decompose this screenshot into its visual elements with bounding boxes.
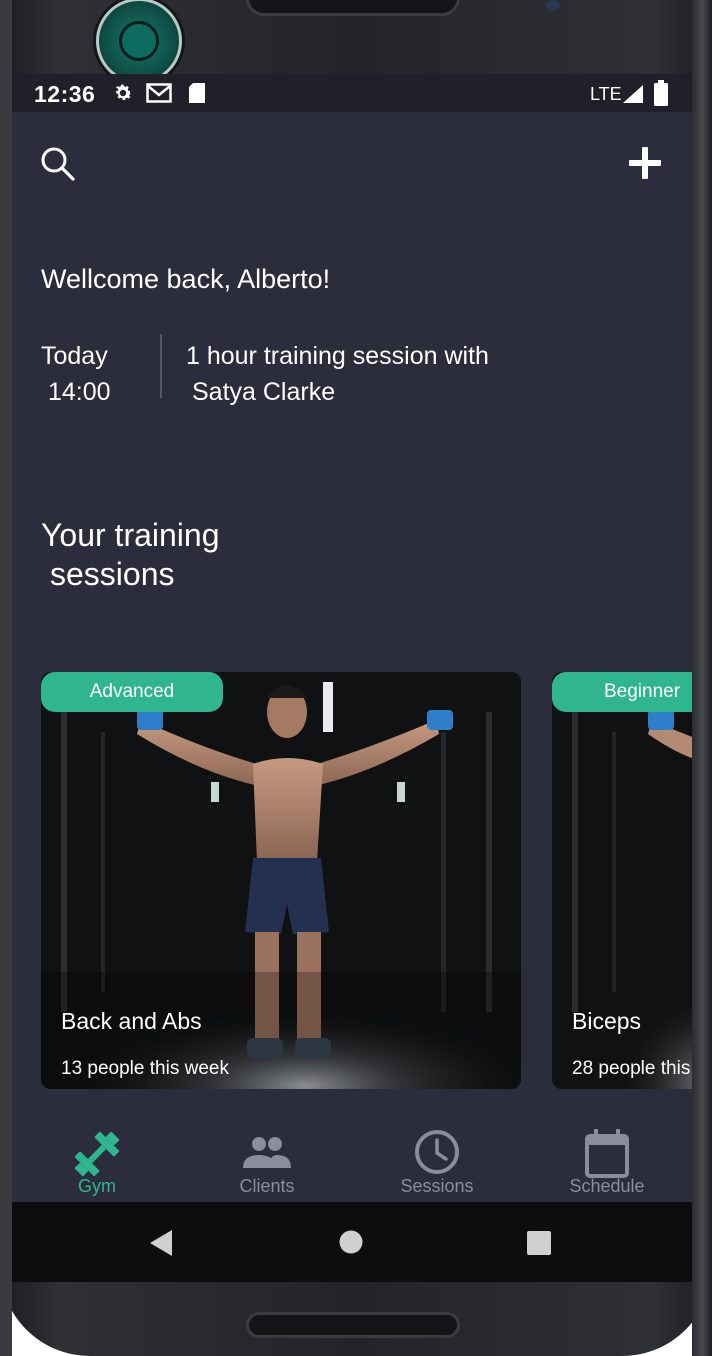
signal-icon — [623, 85, 643, 103]
upcoming-time: 14:00 — [48, 378, 111, 406]
phone-edge-left — [0, 0, 12, 1356]
welcome-message: Wellcome back, Alberto! — [41, 264, 331, 294]
nav-gym[interactable]: Gym — [12, 1124, 182, 1202]
people-icon — [243, 1137, 291, 1168]
camera-lens — [119, 21, 159, 61]
battery-icon — [654, 80, 668, 106]
upcoming-divider — [160, 334, 162, 398]
clock-icon — [415, 1130, 459, 1174]
upcoming-session[interactable]: 1 hour training session with Satya Clark… — [186, 338, 489, 410]
app-content: Wellcome back, Alberto! Today 14:00 1 ho… — [12, 112, 692, 1202]
section-title-line2: sessions — [50, 556, 175, 592]
phone-edge-right — [692, 0, 712, 1356]
card-attendance: 28 people this week — [572, 1058, 692, 1079]
status-bar: 12:36 LTE — [12, 74, 692, 112]
nav-label: Gym — [78, 1176, 116, 1196]
front-camera-icon — [96, 0, 182, 84]
session-card[interactable]: Advanced Back and Abs 13 people this wee… — [41, 672, 521, 1089]
plus-icon[interactable] — [626, 144, 664, 182]
session-card[interactable]: Beginner Biceps 28 people this week — [552, 672, 692, 1089]
gmail-icon — [146, 83, 172, 103]
status-time: 12:36 — [34, 81, 96, 107]
calendar-icon — [585, 1129, 629, 1178]
card-title: Biceps — [572, 1008, 642, 1034]
level-badge: Advanced — [41, 672, 223, 712]
nav-schedule[interactable]: Schedule — [522, 1124, 692, 1202]
nav-label: Sessions — [400, 1176, 474, 1196]
proximity-sensor — [546, 0, 560, 10]
gear-icon — [115, 84, 132, 100]
back-icon[interactable] — [148, 1228, 174, 1258]
bottom-speaker — [246, 1312, 460, 1338]
card-title: Back and Abs — [61, 1008, 202, 1034]
card-attendance: 13 people this week — [61, 1058, 229, 1079]
system-navigation-bar — [12, 1202, 692, 1282]
upcoming-date: Today 14:00 — [41, 338, 111, 410]
nav-label: Schedule — [569, 1176, 645, 1196]
section-title: Your training sessions — [41, 516, 220, 594]
network-type: LTE — [590, 84, 622, 104]
level-badge: Beginner — [552, 672, 692, 712]
upcoming-client: Satya Clarke — [192, 378, 336, 406]
upcoming-day: Today — [41, 342, 108, 370]
nav-label: Clients — [239, 1176, 295, 1196]
bottom-navigation: Gym Clients Sessions Schedule — [12, 1124, 692, 1202]
dumbbell-icon — [74, 1131, 120, 1177]
home-icon[interactable] — [339, 1230, 363, 1254]
nav-sessions[interactable]: Sessions — [352, 1124, 522, 1202]
search-icon[interactable] — [40, 146, 76, 182]
recents-icon[interactable] — [526, 1230, 552, 1256]
screen: 12:36 LTE Wellcome back, Alberto! Today … — [12, 74, 692, 1282]
section-title-line1: Your training — [41, 517, 220, 553]
upcoming-description: 1 hour training session with — [186, 342, 489, 370]
top-speaker — [246, 0, 460, 16]
nav-clients[interactable]: Clients — [182, 1124, 352, 1202]
phone-frame: 12:36 LTE Wellcome back, Alberto! Today … — [0, 0, 712, 1356]
sd-card-icon — [189, 83, 205, 103]
